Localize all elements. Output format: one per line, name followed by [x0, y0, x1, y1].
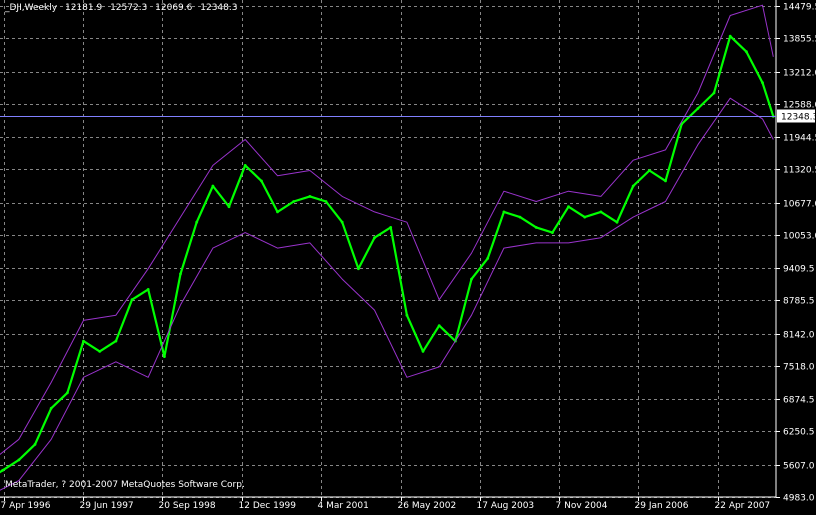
price-point: [82, 339, 85, 343]
price-point: [357, 267, 360, 271]
high-value: 12572.3: [110, 3, 148, 13]
price-point: [631, 184, 635, 188]
price-point: [518, 215, 522, 219]
price-point: [486, 257, 490, 260]
y-tick-label: 10677.0: [783, 200, 816, 210]
x-tick-label: 7 Apr 1996: [1, 501, 51, 511]
price-point: [66, 391, 69, 395]
price-point: [470, 277, 473, 281]
price-point: [599, 210, 603, 214]
price-point: [583, 215, 587, 219]
y-tick-label: 14479.5: [783, 3, 816, 13]
x-tick-label: 29 Jun 1997: [80, 501, 134, 511]
price-point: [761, 81, 764, 85]
chart-background: [0, 0, 816, 511]
chart: 14479.5 13855.5 13212.0 12588.0 11944.5 11320…: [0, 0, 816, 511]
price-point: [179, 272, 182, 276]
x-tick-label: 12 Dec 1999: [239, 501, 297, 511]
price-point: [664, 179, 667, 183]
price-point: [98, 350, 102, 353]
x-tick-label: 4 Mar 2001: [318, 501, 369, 511]
price-point: [243, 164, 247, 167]
price-point: [745, 50, 748, 54]
close-value: 12348.3: [200, 3, 238, 13]
copyright-text: MetaTrader, ? 2001-2007 MetaQuotes Softw…: [5, 480, 245, 490]
y-tick-label: 6874.5: [783, 396, 815, 406]
y-tick-label: 11320.5: [783, 166, 816, 176]
price-point: [324, 200, 328, 203]
y-tick-label: 12588.0: [783, 101, 816, 111]
x-tick-label: 7 Nov 2004: [556, 501, 608, 511]
price-point: [49, 406, 53, 410]
price-point: [130, 298, 134, 302]
x-tick-label: 20 Sep 1998: [159, 501, 216, 511]
x-tick-label: 22 Apr 2007: [715, 501, 771, 511]
price-point: [195, 220, 199, 224]
current-price-label: 12348.3: [781, 113, 816, 123]
price-point: [292, 200, 296, 203]
price-point: [405, 313, 409, 317]
price-point: [340, 220, 344, 224]
open-value: 12181.9: [64, 3, 103, 13]
low-value: 12069.6: [155, 3, 193, 13]
y-tick-label: 11944.5: [783, 134, 816, 144]
price-point: [615, 220, 619, 224]
price-point: [696, 107, 700, 110]
price-point: [534, 226, 538, 229]
y-tick-label: 7518.0: [783, 363, 815, 373]
price-point: [308, 195, 312, 198]
price-point: [163, 355, 166, 358]
price-point: [373, 236, 376, 240]
y-tick-label: 5607.0: [783, 462, 815, 472]
y-tick-label: 6250.5: [783, 428, 815, 438]
price-point: [551, 231, 554, 235]
y-tick-label: 8785.5: [783, 297, 815, 307]
price-point: [227, 205, 231, 209]
price-point: [211, 184, 215, 188]
price-point: [276, 210, 279, 214]
x-tick-label: 29 Jan 2006: [635, 501, 689, 511]
price-point: [728, 34, 732, 38]
price-point: [146, 288, 150, 291]
y-tick-label: 13212.0: [783, 69, 816, 79]
y-tick-label: 4983.0: [783, 494, 815, 504]
y-tick-label: 9409.5: [783, 265, 815, 275]
price-point: [421, 350, 425, 353]
y-tick-label: 8142.0: [783, 331, 815, 341]
price-point: [437, 324, 441, 327]
price-point: [712, 91, 716, 95]
price-point: [33, 443, 37, 446]
chart-svg: 14479.5 13855.5 13212.0 12588.0 11944.5 11320…: [0, 0, 816, 511]
x-tick-label: 26 May 2002: [398, 501, 457, 511]
x-tick-label: 17 Aug 2003: [477, 501, 535, 511]
price-point: [17, 458, 21, 462]
price-point: [260, 179, 263, 183]
y-tick-label: 10053.0: [783, 232, 816, 242]
price-point: [502, 210, 506, 214]
price-point: [389, 226, 393, 229]
price-point: [648, 169, 651, 172]
chart-header: _DJI,Weekly 12181.9 12572.3 12069.6 1234…: [5, 3, 242, 13]
price-point: [114, 339, 118, 343]
price-point: [567, 205, 570, 209]
symbol-label: _DJI,Weekly: [5, 3, 58, 13]
price-point: [1, 468, 5, 472]
y-tick-label: 13855.5: [783, 35, 816, 45]
